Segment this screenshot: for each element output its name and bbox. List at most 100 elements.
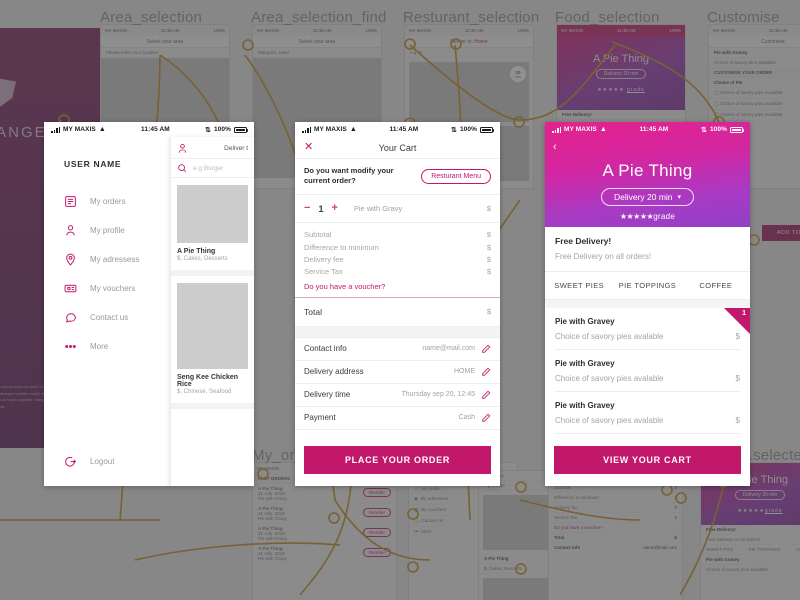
pie-logo-icon xyxy=(0,74,16,108)
menu-item-row[interactable]: Pie with Gravey Choice of savory pies av… xyxy=(555,392,740,434)
section-divider xyxy=(545,300,750,308)
wireframe-restaurant-hero: A Pie Thing Delivery 20 min ★★★★★ grade xyxy=(557,36,685,110)
menu-item-row[interactable]: Pie with Gravey Choice of savory pies av… xyxy=(555,308,740,350)
close-icon[interactable]: ✕ xyxy=(304,142,313,153)
badge-unit: MIN xyxy=(515,74,521,79)
restaurant-panel-header: Deliver t xyxy=(171,137,254,158)
order-row[interactable]: A Pie Thing 31 July ,2018 Pie with Gravy… xyxy=(253,484,396,504)
phone-side-menu-screen[interactable]: MY MAXIS ▲ 11:45 AM ⇅ 100% USER NAME My … xyxy=(44,122,254,486)
delivery-time-chip[interactable]: Delivery 20 min ▾ xyxy=(600,188,695,206)
restaurant-card[interactable]: A Pie Thing $, Cakes, Desserts xyxy=(171,178,254,276)
wifi-icon: ▲ xyxy=(349,126,357,133)
tab-sweet-pies[interactable]: SWEET PIES xyxy=(545,272,613,299)
tab-coffee[interactable]: COFFEE xyxy=(796,547,800,552)
decrement-button[interactable]: − xyxy=(304,203,310,214)
carrier-label: MY MAXIS xyxy=(564,126,597,133)
flow-label: Area_selection_find xyxy=(251,9,387,26)
restaurant-name: Seng Kee Chicken Rice xyxy=(177,374,239,388)
battery-icon xyxy=(729,126,745,133)
menu-item-list[interactable]: 1 Pie with Gravey Choice of savory pies … xyxy=(545,308,750,434)
pencil-edit-icon[interactable] xyxy=(481,367,491,377)
bluetooth-icon: ⇅ xyxy=(204,126,211,134)
option-row[interactable]: ◯ Choice of savory pies available xyxy=(709,110,800,121)
option-row[interactable]: ◯ Choice of savory pies available xyxy=(709,88,800,99)
restaurant-menu-button[interactable]: Resturant Menu xyxy=(421,168,491,184)
menu-item-row[interactable]: Pie with Gravey Choice of savory pies av… xyxy=(555,350,740,392)
search-input[interactable]: e.g Burger xyxy=(171,158,254,178)
battery-label: 100% xyxy=(709,126,727,133)
wireframe-search[interactable]: Please enter your location xyxy=(101,48,229,58)
tab-pie-toppings[interactable]: PIE TOPPINGS xyxy=(613,272,681,299)
logout-button[interactable]: Logout xyxy=(64,455,114,468)
order-row[interactable]: A Pie Thing 31 July ,2018 Pie with Gravy… xyxy=(253,504,396,524)
restaurant-list-panel[interactable]: Deliver t e.g Burger A Pie Thing $, Cake… xyxy=(170,137,254,486)
order-row[interactable]: A Pie Thing 31 July ,2018 Pie with Gravy… xyxy=(253,544,396,564)
contact-value: name@mail.com xyxy=(643,545,677,550)
wireframe-add-to-cart-button[interactable]: ADD TO C xyxy=(762,225,800,241)
wireframe-search[interactable]: e.g tel xyxy=(405,48,533,58)
delivery-chip[interactable]: Delivery 20 min xyxy=(595,69,647,79)
battery-label: 100% xyxy=(213,126,231,133)
phone-cart-screen[interactable]: MY MAXIS ▲ 11:45 AM ⇅ 100% ✕ Your Cart D… xyxy=(295,122,500,486)
tab-bar[interactable]: SWEET PIES PIE TOPPINGS COFFEE xyxy=(701,545,800,555)
view-cart-button[interactable]: VIEW YOUR CART xyxy=(554,446,741,474)
summary-label: Difference to minimum xyxy=(304,242,379,252)
contact-info-row[interactable]: Contact info name@mail.com xyxy=(295,338,500,361)
status-bar-right: ⇅ 100% xyxy=(701,126,745,134)
delivery-time-badge: 20 MIN xyxy=(510,66,526,82)
reorder-button[interactable]: Reorder xyxy=(362,528,391,537)
menu-item-label: My adressess xyxy=(420,496,449,501)
tab-pie-toppings[interactable]: PIE TOPPINGS xyxy=(749,547,781,552)
pencil-edit-icon[interactable] xyxy=(481,413,491,423)
voucher-link[interactable]: Do you have a voucher? xyxy=(549,523,682,533)
carrier: MY MAXIS xyxy=(561,28,583,33)
voucher-link[interactable]: Do you have a voucher? xyxy=(304,279,491,291)
order-row[interactable]: A Pie Thing 31 July ,2018 Pie with Gravy… xyxy=(253,524,396,544)
search-icon xyxy=(177,163,187,173)
payment-row[interactable]: Payment Cash xyxy=(295,407,500,430)
cart-line-item[interactable]: − 1 + Pie with Gravy $ xyxy=(295,195,500,224)
pencil-edit-icon[interactable] xyxy=(481,344,491,354)
tab-coffee[interactable]: COFFEE xyxy=(682,272,750,299)
pencil-edit-icon[interactable] xyxy=(481,390,491,400)
summary-label: Delivery fee xyxy=(554,505,578,510)
menu-tab-bar[interactable]: SWEET PIES PIE TOPPINGS COFFEE xyxy=(545,272,750,300)
signal-icon xyxy=(552,126,561,133)
list-icon xyxy=(64,195,77,208)
status-bar-left: MY MAXIS ▲ xyxy=(51,126,106,133)
summary-value: $ xyxy=(486,267,491,277)
delivery-address-row[interactable]: Delivery address HOME xyxy=(295,361,500,384)
place-order-button[interactable]: PLACE YOUR ORDER xyxy=(304,446,491,474)
group-label: Choice of Pie xyxy=(709,78,800,88)
reorder-button[interactable]: Reorder xyxy=(362,488,391,497)
delivery-chip[interactable]: Delivery 20 min xyxy=(734,490,786,500)
restaurant-name: A Pie Thing xyxy=(602,161,693,180)
phone-restaurant-detail-screen[interactable]: MY MAXIS ▲ 11:45 AM ⇅ 100% ‹ A Pie Thing… xyxy=(545,122,750,486)
menu-item-label: My vouchers xyxy=(420,507,447,512)
reorder-button[interactable]: Reorder xyxy=(362,508,391,517)
wireframe-found-value[interactable]: Malaysia, Jalan xyxy=(253,48,381,58)
person-icon[interactable] xyxy=(177,143,188,154)
delivery-time-row[interactable]: Delivery time Thursday sep 20, 12:45 xyxy=(295,384,500,407)
tab-sweet-pies[interactable]: SWEET PIES xyxy=(706,547,733,552)
clock: 11:45 AM xyxy=(160,28,180,33)
summary-row: Service Tax $ xyxy=(549,513,682,523)
chevron-left-icon[interactable]: ‹ xyxy=(553,142,557,153)
restaurant-card[interactable]: Seng Kee Chicken Rice $, Chinese, Seafoo… xyxy=(171,276,254,409)
deliver-label: Deliver to: xyxy=(450,38,473,45)
row-label: Payment xyxy=(304,413,336,423)
wifi-icon: ▲ xyxy=(98,126,106,133)
sidebar-item-label: Contact us xyxy=(90,313,129,322)
option-row[interactable]: ◯ Choice of savory pies available xyxy=(709,99,800,110)
option-label: Choice of savory pies available xyxy=(720,101,783,106)
increment-button[interactable]: + xyxy=(331,203,337,214)
carrier-label: MY MAXIS xyxy=(63,126,96,133)
reorder-button[interactable]: Reorder xyxy=(362,548,391,557)
logout-label: Logout xyxy=(90,457,115,466)
battery: 100% xyxy=(365,28,377,33)
menu-item-label: More xyxy=(421,529,432,534)
menu-item-price: $ xyxy=(735,332,740,341)
contact-row[interactable]: Contact info name@mail.com xyxy=(549,543,682,553)
battery: 100% xyxy=(669,28,681,33)
menu-item-label: Contact us xyxy=(421,518,444,523)
